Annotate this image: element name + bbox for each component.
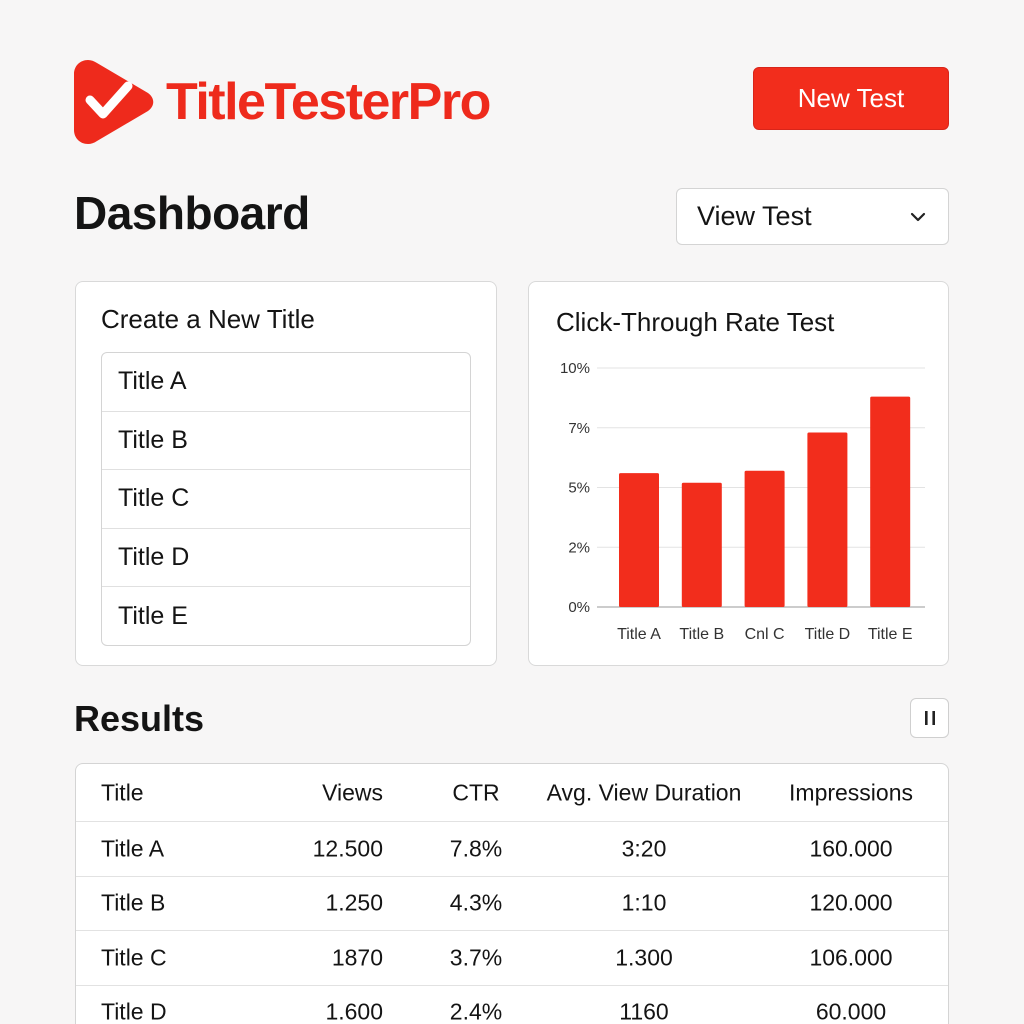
view-test-select[interactable]: View Test xyxy=(676,188,949,245)
cell-avd-value: 3:20 xyxy=(621,835,667,862)
cell-title: Title B xyxy=(101,889,166,916)
cell-views: 12.500 xyxy=(312,835,383,862)
cell-title: Title A xyxy=(101,835,165,862)
pause-button[interactable] xyxy=(910,698,949,738)
x-tick-label: Cnl C xyxy=(745,626,785,643)
cell-ctr-value: 3.7% xyxy=(449,944,503,971)
create-title-card: Create a New Title Title A Title B Title… xyxy=(75,281,497,666)
cell-ctr-value: 4.3% xyxy=(449,889,503,916)
cell-impressions-value: 106.000 xyxy=(809,944,893,971)
view-test-select-value: View Test xyxy=(697,201,812,231)
chart-bar[interactable] xyxy=(870,396,911,607)
brand-name: TitleTesterPro xyxy=(166,73,491,131)
cell-views: 1.250 xyxy=(325,889,383,916)
cell-avd-value: 1.300 xyxy=(615,944,673,971)
column-header-views[interactable]: Views xyxy=(322,779,383,806)
chevron-down-icon xyxy=(910,212,926,221)
pause-icon xyxy=(924,711,935,725)
y-tick-label: 10% xyxy=(560,360,590,377)
results-table: Title Views CTR Avg. View Duration Impre… xyxy=(75,763,949,1024)
table-row[interactable]: Title B 1.250 4.3% 1:10 120.000 xyxy=(76,877,948,931)
results-title: Results xyxy=(74,698,205,739)
y-tick-label: 5% xyxy=(568,480,590,497)
y-tick-label: 2% xyxy=(568,539,590,556)
title-list-item[interactable]: Title A xyxy=(102,353,470,412)
table-row[interactable]: Title D 1.600 2.4% 1160 60.000 xyxy=(76,986,948,1024)
new-test-button[interactable]: New Test xyxy=(753,67,949,130)
title-list-item[interactable]: Title D xyxy=(102,529,470,588)
brand-logo[interactable]: TitleTesterPro xyxy=(74,58,491,146)
y-tick-label: 0% xyxy=(568,599,590,616)
chart-bar[interactable] xyxy=(681,482,722,607)
play-check-icon xyxy=(74,60,154,144)
cell-avd-value: 1:10 xyxy=(621,889,667,916)
y-tick-label: 7% xyxy=(568,420,590,437)
cell-ctr-value: 2.4% xyxy=(449,998,503,1024)
x-tick-label: Title D xyxy=(805,626,851,643)
cell-views: 1.600 xyxy=(325,998,383,1024)
cell-ctr-value: 7.8% xyxy=(449,835,503,862)
ctr-chart-card: 0% 2% 5% 7% 10% Title A Title B Cnl C Title D Tit… xyxy=(528,281,949,666)
column-header-impressions-label: Impressions xyxy=(789,779,913,805)
table-row[interactable]: Title A 12.500 7.8% 3:20 160.000 xyxy=(76,822,948,877)
ctr-bar-chart: 0% 2% 5% 7% 10% Title A Title B Cnl C Title D Tit… xyxy=(560,360,925,643)
cell-views: 1870 xyxy=(331,944,383,971)
chart-bar[interactable] xyxy=(619,473,659,607)
cell-title: Title C xyxy=(101,944,167,971)
title-list-item[interactable]: Title C xyxy=(102,470,470,529)
chart-bar[interactable] xyxy=(807,432,848,607)
title-list: Title A Title B Title C Title D Title E xyxy=(101,352,471,646)
chart-bar[interactable] xyxy=(744,470,785,607)
title-list-item[interactable]: Title B xyxy=(102,412,470,471)
table-row[interactable]: Title C 1870 3.7% 1.300 106.000 xyxy=(76,931,948,986)
title-list-item[interactable]: Title E xyxy=(102,587,470,645)
column-header-title[interactable]: Title xyxy=(101,779,144,806)
x-tick-label: Title A xyxy=(617,626,661,643)
x-tick-label: Title E xyxy=(868,626,913,643)
column-header-avd-label: Avg. View Duration xyxy=(546,779,742,805)
cell-impressions-value: 160.000 xyxy=(809,835,893,862)
cell-avd-value: 1160 xyxy=(619,998,669,1024)
cell-impressions-value: 60.000 xyxy=(815,998,887,1024)
cell-impressions-value: 120.000 xyxy=(809,889,893,916)
x-tick-label: Title B xyxy=(679,626,724,643)
page-title: Dashboard xyxy=(74,187,310,239)
column-header-ctr-label: CTR xyxy=(452,779,500,805)
create-title-heading: Create a New Title xyxy=(101,304,315,334)
table-header-row: Title Views CTR Avg. View Duration Impre… xyxy=(76,764,948,822)
ctr-chart-title: Click-Through Rate Test xyxy=(556,307,835,337)
page: TitleTesterPro New Test Dashboard View T… xyxy=(0,0,1024,1024)
cell-title: Title D xyxy=(101,998,167,1024)
